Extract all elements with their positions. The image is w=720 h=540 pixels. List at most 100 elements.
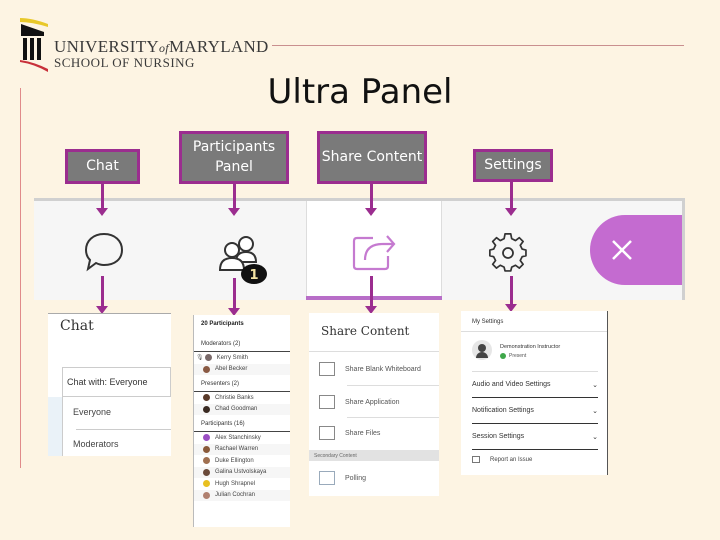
- share-content-panel: Share Content Share Blank Whiteboard Sha…: [309, 313, 439, 496]
- participant-row[interactable]: Abel Becker: [194, 363, 290, 375]
- participants-badge-count: 1: [249, 268, 258, 283]
- participants-callout-label: Participants Panel: [179, 131, 289, 184]
- user-status-label: Present: [509, 353, 527, 359]
- chevron-down-icon: ⌄: [592, 407, 598, 415]
- report-issue-label: Report an Issue: [490, 456, 533, 463]
- participant-name: Abel Becker: [215, 366, 248, 373]
- header-divider: [272, 45, 684, 46]
- share-application-label: Share Application: [345, 398, 400, 406]
- participant-name: Christie Banks: [215, 394, 254, 401]
- chat-callout-label: Chat: [65, 149, 140, 184]
- settings-panel: My Settings Demonstration Instructor Pre…: [461, 311, 608, 475]
- page-title: Ultra Panel: [267, 72, 453, 112]
- participant-avatar: [203, 365, 210, 373]
- share-files-item[interactable]: Share Files: [309, 417, 439, 449]
- participant-row[interactable]: Chad Goodman: [194, 403, 290, 415]
- notification-settings-toggle[interactable]: Notification Settings ⌄: [472, 398, 598, 424]
- participant-row[interactable]: Julian Cochran: [194, 489, 290, 501]
- participants-connector-line-lower: [233, 278, 236, 308]
- chat-option-everyone[interactable]: Everyone: [62, 397, 171, 429]
- participants-section-header: Participants (16): [194, 417, 290, 432]
- participant-name: Galina Ustvolskaya: [215, 469, 267, 476]
- report-issue-icon: [472, 456, 480, 463]
- share-content-icon[interactable]: [351, 230, 397, 272]
- participant-name: Alex Stanchinsky: [215, 434, 261, 441]
- application-icon: [319, 395, 335, 409]
- participant-avatar: [203, 457, 210, 465]
- share-application-item[interactable]: Share Application: [309, 386, 439, 418]
- participants-section-list: Christie Banks Chad Goodman: [194, 392, 290, 415]
- settings-title-divider: [461, 331, 607, 332]
- chat-option-moderators[interactable]: Moderators: [62, 429, 171, 456]
- chat-with-select[interactable]: Chat with: Everyone: [62, 367, 171, 397]
- polling-item[interactable]: Polling: [309, 462, 439, 494]
- polling-chart-icon: [319, 471, 335, 485]
- chat-connector-line: [101, 184, 104, 208]
- logo-school-name: SCHOOL OF NURSING: [54, 55, 195, 70]
- share-connector-line: [370, 184, 373, 208]
- settings-connector-line: [510, 182, 513, 208]
- participant-name: Duke Ellington: [215, 457, 254, 464]
- settings-connector-arrow-icon: [505, 208, 517, 216]
- participants-connector-line: [233, 184, 236, 208]
- files-folder-icon: [319, 426, 335, 440]
- participant-avatar: [203, 468, 210, 476]
- participant-avatar: [203, 434, 210, 442]
- my-settings-title: My Settings: [472, 319, 504, 325]
- participant-row[interactable]: Christie Banks: [194, 392, 290, 404]
- close-panel-button[interactable]: [590, 215, 682, 285]
- whiteboard-icon: [319, 362, 335, 376]
- participants-section-header: Moderators (2): [194, 337, 290, 352]
- participant-row[interactable]: 🎙 Kerry Smith: [194, 352, 290, 364]
- participants-connector-arrow-icon: [228, 208, 240, 216]
- participant-row[interactable]: Rachael Warren: [194, 443, 290, 455]
- participant-avatar: [203, 491, 210, 499]
- participant-row[interactable]: Galina Ustvolskaya: [194, 466, 290, 478]
- participants-section-list: Alex Stanchinsky Rachael Warren Duke Ellin…: [194, 432, 290, 501]
- share-content-panel-title: Share Content: [321, 324, 410, 338]
- participant-row[interactable]: Duke Ellington: [194, 455, 290, 467]
- participant-avatar: [203, 445, 210, 453]
- close-icon: [612, 240, 632, 260]
- active-tab-indicator: [306, 296, 442, 300]
- participant-name: Kerry Smith: [216, 354, 248, 361]
- participant-avatar: [204, 354, 212, 362]
- chevron-down-icon: ⌄: [592, 433, 598, 441]
- participant-avatar: [203, 405, 210, 413]
- polling-label: Polling: [345, 474, 367, 482]
- microphone-icon: 🎙: [196, 355, 204, 362]
- participant-row[interactable]: Alex Stanchinsky: [194, 432, 290, 444]
- chevron-down-icon: ⌄: [592, 381, 598, 389]
- participant-name: Julian Cochran: [215, 492, 256, 499]
- settings-connector-line-lower: [510, 276, 513, 304]
- chat-bubble-icon[interactable]: [82, 230, 126, 274]
- share-connector-line-lower: [370, 276, 373, 306]
- session-settings-toggle[interactable]: Session Settings ⌄: [472, 424, 598, 450]
- report-issue-link[interactable]: Report an Issue: [472, 456, 532, 463]
- participant-avatar: [203, 480, 210, 488]
- settings-callout-label: Settings: [473, 149, 553, 182]
- participants-section-list: 🎙 Kerry Smith Abel Becker: [194, 352, 290, 375]
- logo-university-name: UNIVERSITYofMARYLAND: [54, 37, 269, 56]
- participants-count-header: 20 Participants: [201, 321, 244, 327]
- chat-connector-arrow-icon: [96, 208, 108, 216]
- gear-icon[interactable]: [487, 232, 529, 274]
- user-avatar-icon: [472, 340, 492, 360]
- user-status: Present: [500, 353, 526, 359]
- share-blank-whiteboard-label: Share Blank Whiteboard: [345, 365, 421, 373]
- participant-row[interactable]: Hugh Shrapnel: [194, 478, 290, 490]
- secondary-content-header: Secondary Content: [309, 450, 439, 461]
- session-settings-label: Session Settings: [472, 433, 525, 440]
- participant-name: Chad Goodman: [215, 406, 258, 413]
- participants-panel: 20 Participants Moderators (2) 🎙 Kerry Smi…: [193, 315, 290, 527]
- share-title-divider: [309, 351, 439, 352]
- participants-icon[interactable]: 1: [216, 232, 272, 288]
- user-name: Demonstration Instructor: [500, 344, 561, 350]
- participants-sections: Moderators (2) 🎙 Kerry Smith Abel Becker Pre…: [194, 337, 290, 501]
- status-present-icon: [500, 353, 506, 359]
- audio-video-settings-toggle[interactable]: Audio and Video Settings ⌄: [472, 372, 598, 398]
- share-blank-whiteboard-item[interactable]: Share Blank Whiteboard: [309, 353, 439, 385]
- chat-panel-title: Chat: [60, 318, 94, 334]
- participant-avatar: [203, 394, 210, 402]
- share-files-label: Share Files: [345, 429, 381, 437]
